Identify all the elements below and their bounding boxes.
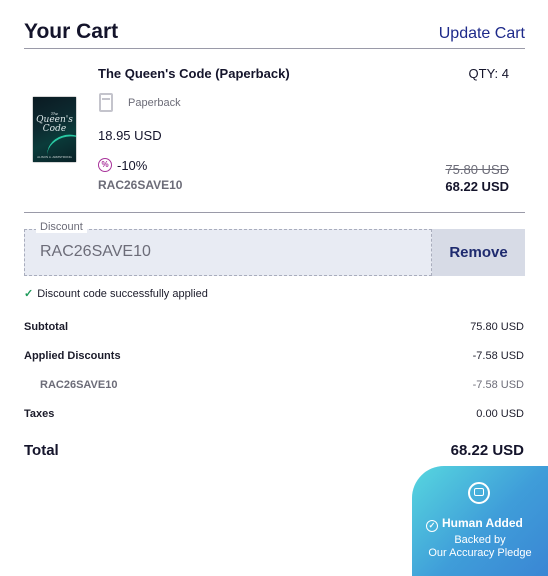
check-circle-icon: ✓ [426,520,438,532]
subtotal-label: Subtotal [24,321,68,333]
discount-percent: -10% [117,158,148,173]
applied-discounts-label: Applied Discounts [24,350,121,362]
cover-title: The Queen's Code [36,111,73,134]
remove-discount-button[interactable]: Remove [432,229,525,276]
cart-item: The Queen's Code ALISON A. ARMSTRONG The… [24,52,525,213]
cart-header: Your Cart Update Cart [24,18,525,49]
unit-price: 18.95 USD [98,128,162,143]
taxes-value: 0.00 USD [476,408,524,420]
product-name[interactable]: The Queen's Code (Paperback) [98,66,290,81]
original-price: 75.80 USD [445,162,509,177]
accuracy-pledge-badge[interactable]: ✓ Human Added Backed by Our Accuracy Pled… [412,466,548,576]
percent-icon: % [98,158,112,172]
quantity-label: QTY: 4 [468,66,509,81]
discount-field-label: Discount [36,221,87,233]
cover-author: ALISON A. ARMSTRONG [37,155,72,159]
book-cover-image[interactable]: The Queen's Code ALISON A. ARMSTRONG [33,97,76,162]
book-icon [99,93,113,112]
page-title: Your Cart [24,20,119,43]
discounted-price: 68.22 USD [445,179,509,194]
badge-headline: ✓ Human Added [426,516,523,532]
discount-success-message: ✓ Discount code successfully applied [24,288,208,300]
taxes-label: Taxes [24,408,55,420]
badge-line-1: Backed by [454,534,506,546]
discount-code-amount: -7.58 USD [472,379,524,391]
update-cart-link[interactable]: Update Cart [439,25,525,43]
format-label: Paperback [128,97,181,109]
house-icon [468,482,490,504]
badge-line-2: Our Accuracy Pledge [428,547,532,559]
total-value: 68.22 USD [450,442,524,459]
check-icon: ✓ [24,288,34,300]
applied-discounts-value: -7.58 USD [472,350,524,362]
discount-input-value: RAC26SAVE10 [40,243,151,260]
total-label: Total [24,442,59,459]
subtotal-value: 75.80 USD [470,321,524,333]
discount-code-label: RAC26SAVE10 [40,379,118,391]
applied-code: RAC26SAVE10 [98,178,183,192]
